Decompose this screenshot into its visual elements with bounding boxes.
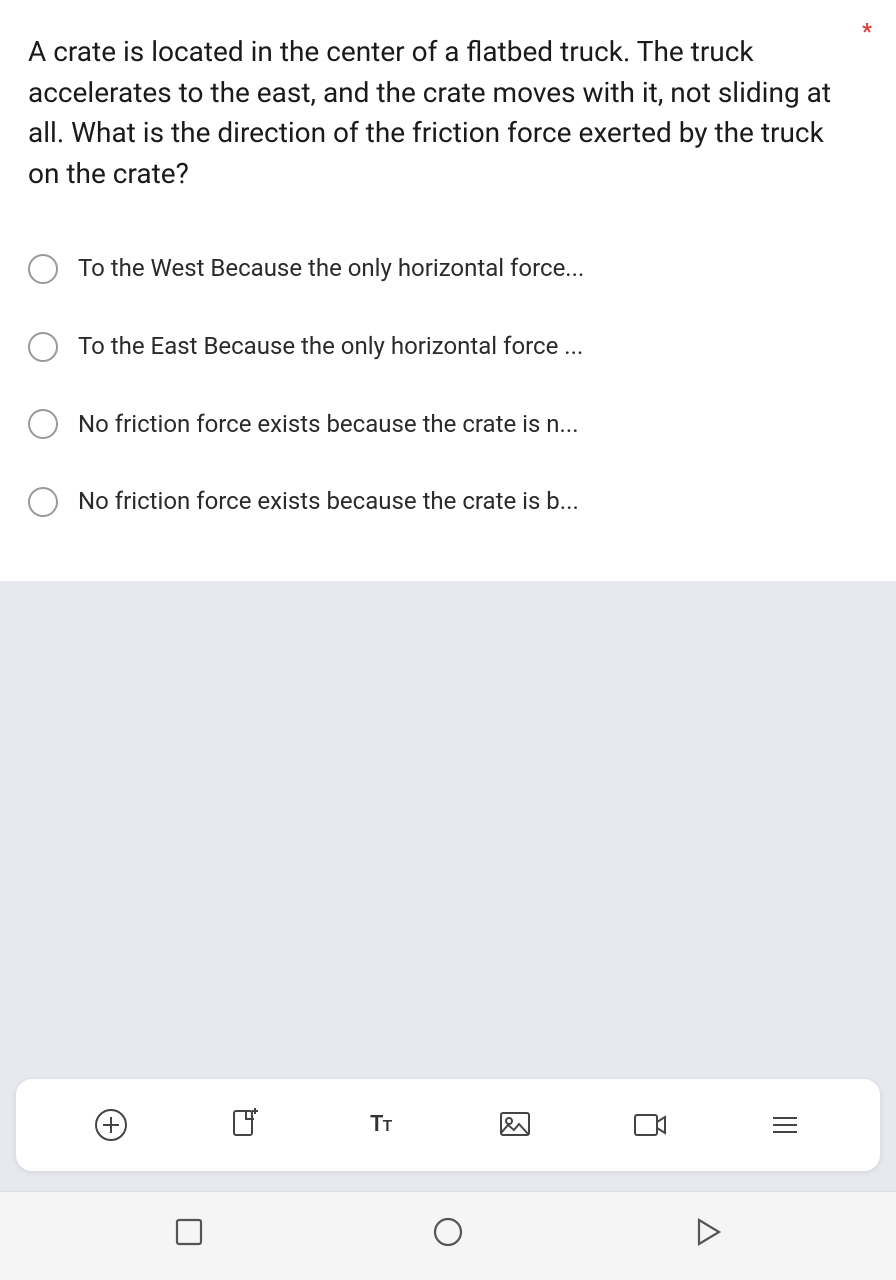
option-text-2: To the East Because the only horizontal … (78, 330, 583, 364)
required-star: * (862, 20, 872, 45)
video-icon[interactable] (624, 1099, 676, 1151)
radio-button-1[interactable] (28, 254, 58, 284)
option-item-2[interactable]: To the East Because the only horizontal … (28, 308, 868, 386)
text-format-icon[interactable]: TT (355, 1099, 407, 1151)
image-icon[interactable] (489, 1099, 541, 1151)
add-icon[interactable] (85, 1099, 137, 1151)
search-nav-icon[interactable] (424, 1208, 472, 1256)
forward-nav-icon[interactable] (683, 1208, 731, 1256)
radio-button-2[interactable] (28, 332, 58, 362)
option-item-4[interactable]: No friction force exists because the cra… (28, 463, 868, 541)
question-card: * A crate is located in the center of a … (0, 0, 896, 581)
question-text: A crate is located in the center of a fl… (28, 32, 868, 194)
option-text-4: No friction force exists because the cra… (78, 485, 579, 519)
insert-icon[interactable] (220, 1099, 272, 1151)
option-item-1[interactable]: To the West Because the only horizontal … (28, 230, 868, 308)
options-list: To the West Because the only horizontal … (28, 230, 868, 540)
background-spacer (0, 581, 896, 1079)
toolbar-card: TT (16, 1079, 880, 1171)
radio-button-4[interactable] (28, 487, 58, 517)
home-nav-icon[interactable] (165, 1208, 213, 1256)
option-text-1: To the West Because the only horizontal … (78, 252, 584, 286)
option-item-3[interactable]: No friction force exists because the cra… (28, 386, 868, 464)
bottom-navigation (0, 1191, 896, 1280)
menu-icon[interactable] (759, 1099, 811, 1151)
option-text-3: No friction force exists because the cra… (78, 408, 579, 442)
radio-button-3[interactable] (28, 409, 58, 439)
